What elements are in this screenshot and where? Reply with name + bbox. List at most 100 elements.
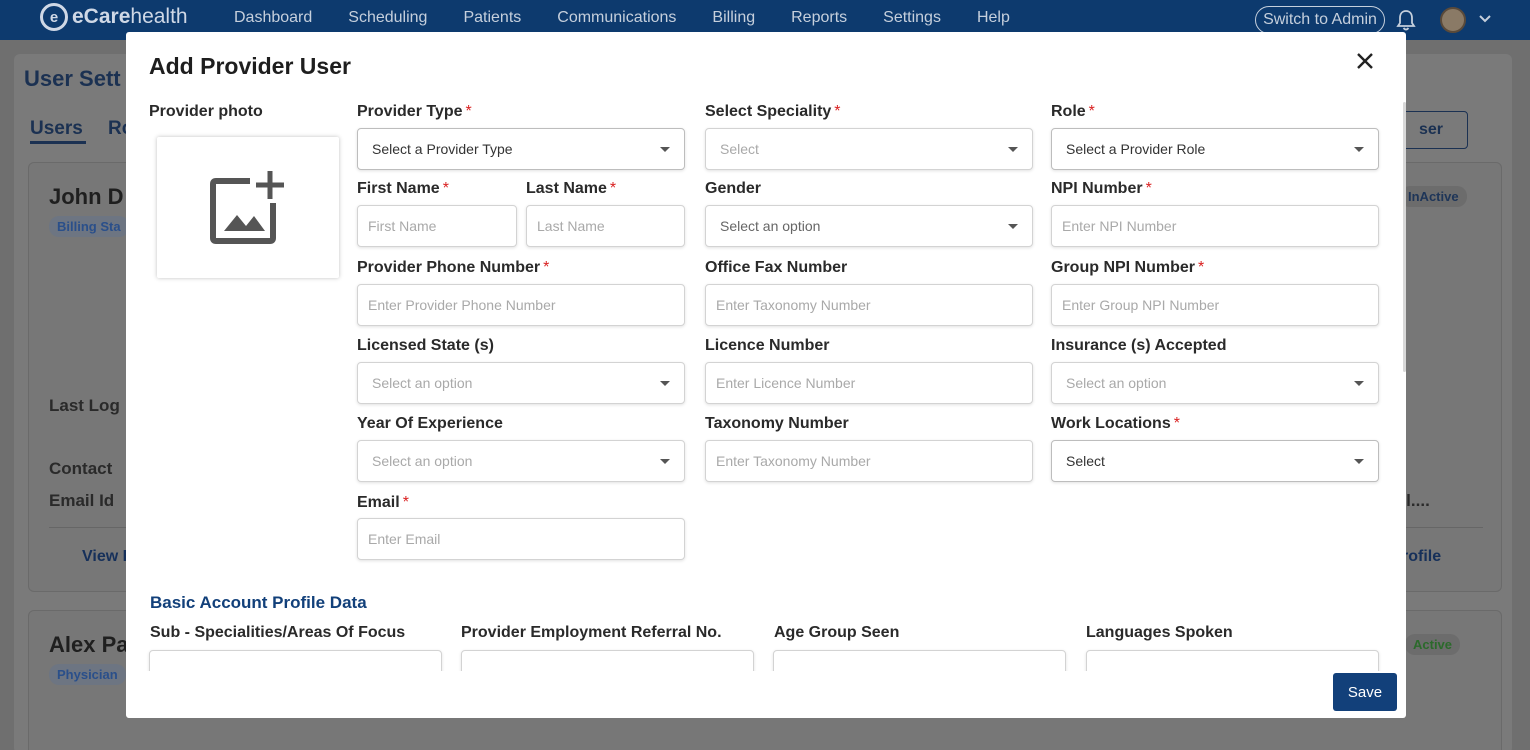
caret-down-icon (1008, 224, 1018, 229)
logo-text: eCare (72, 5, 131, 28)
last-name-input[interactable]: Last Name (526, 205, 685, 247)
bell-icon[interactable] (1396, 9, 1416, 31)
app-logo[interactable]: e eCare health (40, 3, 188, 31)
phone-label: Provider Phone Number * (357, 259, 550, 276)
group-npi-placeholder: Enter Group NPI Number (1062, 297, 1220, 313)
speciality-label: Select Speciality * (705, 103, 841, 120)
insurance-select[interactable]: Select an option (1051, 362, 1379, 404)
npi-placeholder: Enter NPI Number (1062, 218, 1177, 234)
caret-down-icon (1354, 381, 1364, 386)
role-badge: Billing Sta (49, 216, 129, 237)
nav-settings[interactable]: Settings (883, 9, 941, 27)
tab-users[interactable]: Users (30, 118, 83, 140)
age-group-label: Age Group Seen (774, 624, 900, 641)
provider-type-select[interactable]: Select a Provider Type (357, 128, 685, 170)
add-provider-modal: Add Provider User Provider photo Provide… (126, 32, 1406, 718)
chevron-down-icon[interactable] (1478, 12, 1492, 26)
role-badge: Physician (49, 664, 126, 685)
sub-specialities-label: Sub - Specialities/Areas Of Focus (150, 624, 406, 641)
photo-label: Provider photo (149, 103, 263, 120)
email-label: Email Id (49, 491, 115, 510)
nav-billing[interactable]: Billing (712, 9, 755, 27)
age-group-select[interactable] (773, 650, 1066, 671)
main-nav: Dashboard Scheduling Patients Communicat… (234, 9, 1046, 27)
last-login-label: Last Log (49, 396, 120, 415)
nav-dashboard[interactable]: Dashboard (234, 9, 312, 27)
gender-select[interactable]: Select an option (705, 205, 1033, 247)
view-link[interactable]: View I (82, 548, 127, 566)
licensed-state-select[interactable]: Select an option (357, 362, 685, 404)
email-input[interactable]: Enter Email (357, 518, 685, 560)
licensed-state-label: Licensed State (s) (357, 337, 494, 354)
npi-label: NPI Number * (1051, 180, 1152, 197)
nav-help[interactable]: Help (977, 9, 1010, 27)
save-button[interactable]: Save (1333, 673, 1397, 711)
speciality-value: Select (720, 141, 759, 157)
scroll-clip (126, 647, 1406, 671)
speciality-select[interactable]: Select (705, 128, 1033, 170)
close-icon[interactable] (1353, 49, 1377, 73)
experience-select[interactable]: Select an option (357, 440, 685, 482)
switch-to-admin-button[interactable]: Switch to Admin (1255, 6, 1385, 34)
section-title: Basic Account Profile Data (150, 593, 367, 612)
group-npi-label: Group NPI Number * (1051, 259, 1205, 276)
licence-number-input[interactable]: Enter Licence Number (705, 362, 1033, 404)
profile-link[interactable]: rofile (1402, 548, 1441, 566)
add-photo-icon (210, 170, 284, 244)
first-name-input[interactable]: First Name (357, 205, 517, 247)
provider-type-value: Select a Provider Type (372, 141, 513, 157)
modal-title: Add Provider User (149, 53, 351, 79)
nav-patients[interactable]: Patients (463, 9, 521, 27)
sub-specialities-input[interactable] (149, 650, 442, 671)
fax-label: Office Fax Number (705, 259, 848, 276)
gender-label: Gender (705, 180, 762, 197)
work-locations-select[interactable]: Select (1051, 440, 1379, 482)
licence-number-label: Licence Number (705, 337, 830, 354)
first-name-label: First Name * (357, 180, 449, 197)
insurance-label: Insurance (s) Accepted (1051, 337, 1227, 354)
user-name: John D (49, 184, 124, 209)
fax-placeholder: Enter Taxonomy Number (716, 297, 871, 313)
last-name-label: Last Name * (526, 180, 617, 197)
page-title: User Sett (24, 66, 121, 91)
scrollbar[interactable] (1403, 102, 1406, 372)
tab-active-indicator (30, 141, 86, 144)
role-select[interactable]: Select a Provider Role (1051, 128, 1379, 170)
caret-down-icon (660, 381, 670, 386)
logo-text-sub: health (130, 5, 188, 28)
photo-upload-box[interactable] (157, 137, 339, 278)
taxonomy-label: Taxonomy Number (705, 415, 849, 432)
user-name: Alex Pa (49, 632, 129, 657)
status-badge: InActive (1400, 186, 1467, 207)
logo-icon: e (40, 3, 68, 31)
caret-down-icon (1008, 147, 1018, 152)
caret-down-icon (660, 459, 670, 464)
caret-down-icon (1354, 147, 1364, 152)
phone-input[interactable]: Enter Provider Phone Number (357, 284, 685, 326)
languages-select[interactable] (1086, 650, 1379, 671)
user-avatar[interactable] (1440, 7, 1466, 33)
referral-input[interactable] (461, 650, 754, 671)
taxonomy-input[interactable]: Enter Taxonomy Number (705, 440, 1033, 482)
provider-type-label: Provider Type * (357, 103, 472, 120)
work-locations-value: Select (1066, 453, 1105, 469)
npi-input[interactable]: Enter NPI Number (1051, 205, 1379, 247)
first-name-placeholder: First Name (368, 218, 437, 234)
experience-value: Select an option (372, 453, 473, 469)
experience-label: Year Of Experience (357, 415, 503, 432)
group-npi-input[interactable]: Enter Group NPI Number (1051, 284, 1379, 326)
fax-input[interactable]: Enter Taxonomy Number (705, 284, 1033, 326)
nav-scheduling[interactable]: Scheduling (348, 9, 427, 27)
nav-communications[interactable]: Communications (557, 9, 676, 27)
licensed-state-value: Select an option (372, 375, 473, 391)
nav-reports[interactable]: Reports (791, 9, 847, 27)
email-placeholder: Enter Email (368, 531, 441, 547)
role-label: Role * (1051, 103, 1095, 120)
last-name-placeholder: Last Name (537, 218, 605, 234)
gender-value: Select an option (720, 218, 821, 234)
licence-number-placeholder: Enter Licence Number (716, 375, 856, 391)
taxonomy-placeholder: Enter Taxonomy Number (716, 453, 871, 469)
status-badge: Active (1405, 634, 1461, 655)
phone-placeholder: Enter Provider Phone Number (368, 297, 556, 313)
work-locations-label: Work Locations * (1051, 415, 1180, 432)
